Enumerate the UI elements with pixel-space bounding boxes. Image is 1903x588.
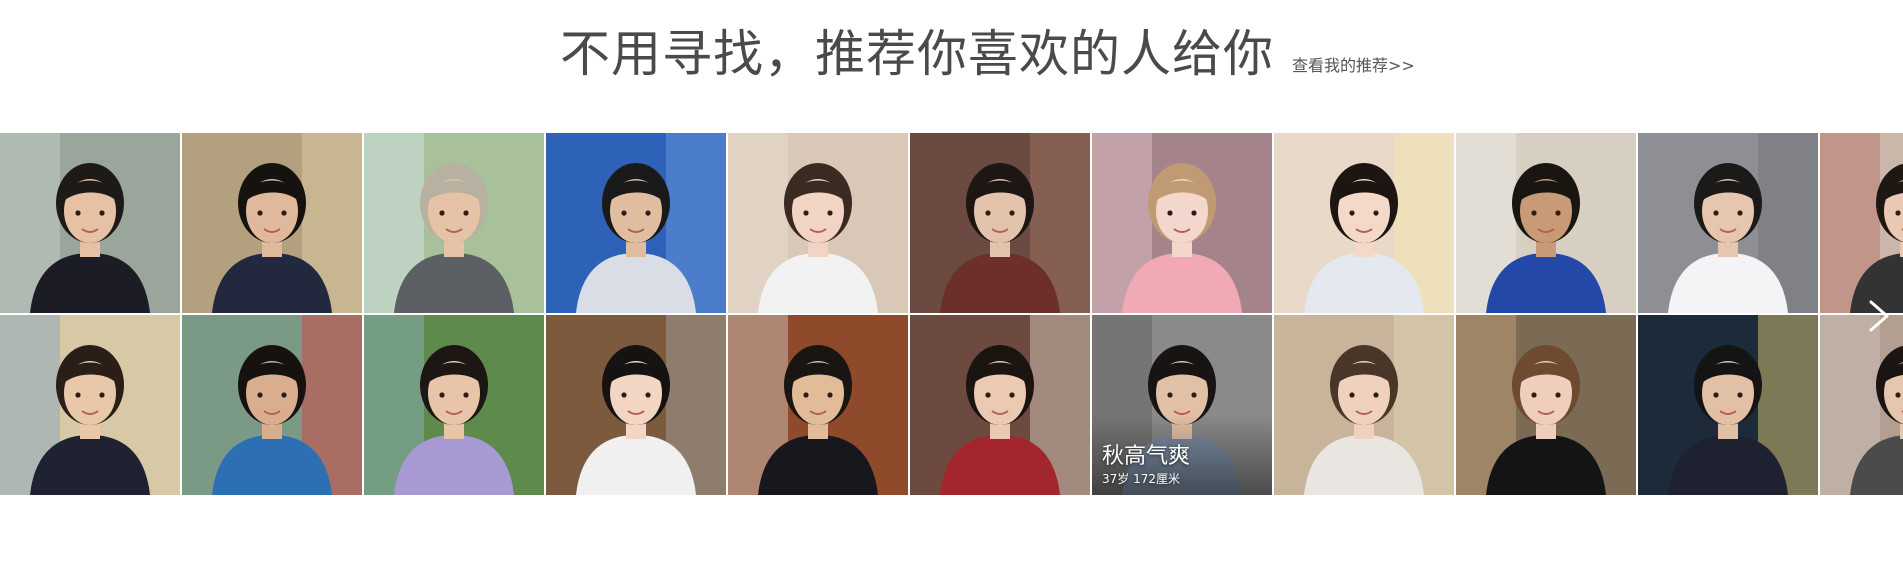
profile-photo-tile[interactable] <box>364 133 544 313</box>
profile-photo-tile[interactable] <box>1092 133 1272 313</box>
profile-photo <box>364 133 544 313</box>
profile-photo-tile[interactable] <box>1820 133 1903 313</box>
profile-photo <box>1820 315 1903 495</box>
chevron-right-icon <box>1869 300 1889 332</box>
profile-photo-tile[interactable] <box>1456 133 1636 313</box>
profile-photo-tile[interactable] <box>910 133 1090 313</box>
profile-photo-tile[interactable] <box>1274 315 1454 495</box>
profile-photo-tile[interactable] <box>1820 315 1903 495</box>
profile-photo <box>1456 315 1636 495</box>
profile-photo-tile[interactable] <box>1456 315 1636 495</box>
profile-photo <box>1638 133 1818 313</box>
section-title: 不用寻找，推荐你喜欢的人给你 <box>560 25 1274 83</box>
profile-photo <box>1456 133 1636 313</box>
profile-photo <box>910 133 1090 313</box>
profile-photo <box>182 133 362 313</box>
next-page-button[interactable] <box>1863 296 1893 336</box>
profile-photo <box>1820 133 1903 313</box>
profile-photo-tile[interactable] <box>728 133 908 313</box>
profile-photo <box>1638 315 1818 495</box>
profile-photo <box>728 315 908 495</box>
profile-photo <box>910 315 1090 495</box>
view-my-recommendations-link[interactable]: 查看我的推荐>> <box>1292 52 1415 76</box>
profile-photo <box>546 133 726 313</box>
profile-photo <box>0 133 180 313</box>
profile-photo-tile[interactable] <box>1638 133 1818 313</box>
profile-photo-tile[interactable] <box>0 133 180 313</box>
profile-age-height: 37岁 172厘米 <box>1102 472 1180 486</box>
profile-photo <box>364 315 544 495</box>
profile-photo-tile[interactable] <box>728 315 908 495</box>
profile-photo-tile[interactable] <box>182 315 362 495</box>
profile-nickname: 秋高气爽 <box>1102 444 1191 469</box>
profile-photo-tile[interactable]: 秋高气爽 37岁 172厘米 <box>1092 315 1272 495</box>
profile-info: 秋高气爽 37岁 172厘米 <box>1102 443 1190 487</box>
profile-photo-tile[interactable] <box>1638 315 1818 495</box>
profile-photo <box>1274 133 1454 313</box>
profile-photo <box>728 133 908 313</box>
profile-photo <box>182 315 362 495</box>
profile-photo-tile[interactable] <box>546 133 726 313</box>
profile-photo-tile[interactable] <box>364 315 544 495</box>
profile-photo <box>1274 315 1454 495</box>
profile-photo <box>1092 133 1272 313</box>
recommend-header: 不用寻找，推荐你喜欢的人给你 查看我的推荐>> <box>560 14 1415 84</box>
profile-photo <box>0 315 180 495</box>
profile-photo-tile[interactable] <box>1274 133 1454 313</box>
profile-photo-tile[interactable] <box>910 315 1090 495</box>
profile-photo-tile[interactable] <box>546 315 726 495</box>
recommendation-photo-grid: 秋高气爽 37岁 172厘米 <box>0 133 1903 497</box>
profile-photo <box>546 315 726 495</box>
profile-photo-tile[interactable] <box>182 133 362 313</box>
profile-photo-tile[interactable] <box>0 315 180 495</box>
